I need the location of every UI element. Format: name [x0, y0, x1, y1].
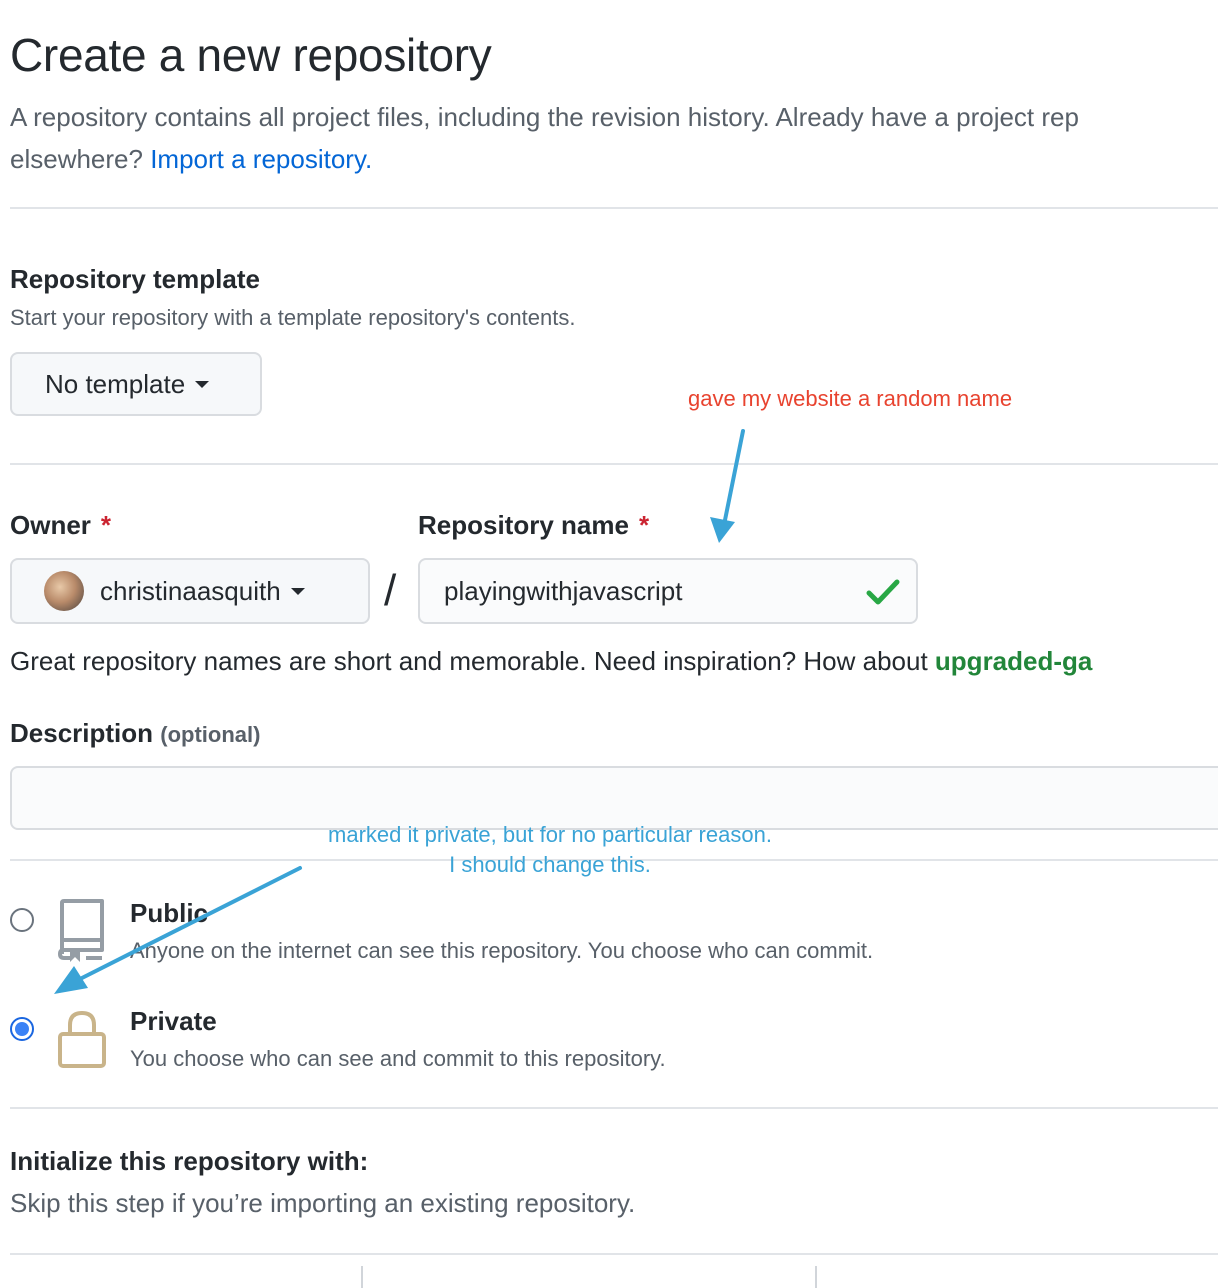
- repo-name-value: playingwithjavascript: [444, 575, 683, 606]
- repo-name-input[interactable]: playingwithjavascript: [418, 558, 918, 624]
- template-heading: Repository template: [10, 264, 260, 294]
- repo-name-hint: Great repository names are short and mem…: [10, 646, 1092, 677]
- owner-select-button[interactable]: christinaasquith: [10, 558, 370, 624]
- intro-line-2: elsewhere? Import a repository.: [10, 138, 1079, 180]
- public-radio[interactable]: [10, 908, 34, 932]
- repo-name-label-text: Repository name: [418, 510, 629, 540]
- chevron-down-icon: [290, 587, 305, 595]
- private-title: Private: [130, 1006, 217, 1036]
- check-icon: [866, 579, 900, 605]
- private-desc: You choose who can see and commit to thi…: [130, 1046, 666, 1071]
- initialize-heading: Initialize this repository with:: [10, 1146, 369, 1176]
- annotation-private-note-line-1: marked it private, but for no particular…: [328, 822, 772, 847]
- repo-name-required-mark: *: [638, 510, 650, 540]
- template-subtext: Start your repository with a template re…: [10, 305, 576, 330]
- owner-value: christinaasquith: [100, 575, 281, 606]
- header-divider: [10, 207, 1218, 209]
- repo-name-hint-text: Great repository names are short and mem…: [10, 646, 935, 676]
- owner-repo-separator: /: [384, 566, 397, 615]
- annotation-arrow-icon: [54, 866, 302, 994]
- private-radio[interactable]: [10, 1017, 34, 1041]
- annotation-private-note: marked it private, but for no particular…: [308, 820, 792, 880]
- chevron-down-icon: [195, 380, 210, 388]
- intro-line-1: A repository contains all project files,…: [10, 102, 1079, 132]
- owner-label-text: Owner: [10, 510, 91, 540]
- description-optional: (optional): [160, 722, 261, 747]
- description-label-text: Description: [10, 718, 154, 748]
- column-separator: [361, 1266, 363, 1288]
- avatar: [44, 571, 84, 611]
- owner-required-mark: *: [100, 510, 112, 540]
- suggested-name-link[interactable]: upgraded-ga: [935, 646, 1092, 676]
- owner-label: Owner *: [10, 510, 111, 541]
- template-divider: [10, 463, 1218, 465]
- lock-icon: [58, 1010, 106, 1068]
- initialize-divider: [10, 1253, 1218, 1255]
- template-select-label: No template: [45, 368, 186, 399]
- page-intro: A repository contains all project files,…: [10, 96, 1079, 180]
- description-label: Description (optional): [10, 718, 260, 749]
- initialize-subtext: Skip this step if you’re importing an ex…: [10, 1188, 636, 1218]
- annotation-private-note-line-2: I should change this.: [449, 852, 651, 877]
- intro-line-2-prefix: elsewhere?: [10, 144, 151, 174]
- import-repository-link[interactable]: Import a repository.: [150, 144, 372, 174]
- repo-name-label: Repository name *: [418, 510, 649, 541]
- visibility-divider: [10, 1107, 1218, 1109]
- page-title: Create a new repository: [10, 29, 492, 81]
- annotation-arrow-icon: [710, 429, 745, 543]
- column-separator: [815, 1266, 817, 1288]
- template-select-button[interactable]: No template: [10, 352, 262, 416]
- annotation-name-note: gave my website a random name: [688, 386, 1013, 411]
